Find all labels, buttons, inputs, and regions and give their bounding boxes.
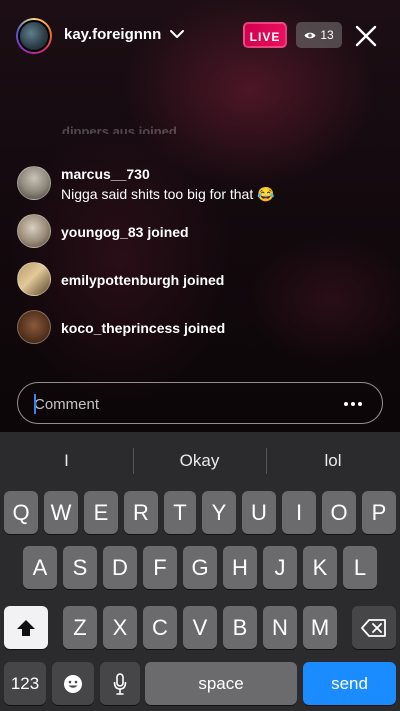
- text-cursor: [34, 394, 36, 414]
- key-g[interactable]: G: [183, 546, 217, 589]
- key-p[interactable]: P: [362, 491, 396, 534]
- key-j[interactable]: J: [263, 546, 297, 589]
- numbers-key[interactable]: 123: [4, 662, 46, 705]
- faded-comment: dippers aus joined: [62, 124, 177, 134]
- emoji-icon: [64, 674, 82, 693]
- commenter-avatar[interactable]: [17, 262, 51, 296]
- key-e[interactable]: E: [84, 491, 118, 534]
- eye-icon: [304, 32, 316, 38]
- more-icon[interactable]: [336, 392, 370, 416]
- microphone-icon: [113, 672, 127, 695]
- suggestion-item[interactable]: lol: [266, 432, 400, 490]
- key-r[interactable]: R: [124, 491, 158, 534]
- host-avatar[interactable]: [16, 18, 52, 54]
- key-o[interactable]: O: [322, 491, 356, 534]
- commenter-avatar[interactable]: [17, 310, 51, 344]
- joined-text: joined: [147, 224, 189, 240]
- comment-box[interactable]: [17, 382, 383, 424]
- key-m[interactable]: M: [303, 606, 337, 649]
- key-c[interactable]: C: [143, 606, 177, 649]
- suggestion-bar: I Okay lol: [0, 432, 400, 490]
- comment-item: koco_theprincess joined: [17, 310, 387, 346]
- backspace-icon: [361, 618, 386, 637]
- joined-text: joined: [183, 272, 225, 288]
- suggestion-item[interactable]: I: [0, 432, 133, 490]
- live-header: kay.foreignnn LIVE 13: [0, 0, 400, 72]
- send-key[interactable]: send: [303, 662, 396, 705]
- live-badge: LIVE: [243, 22, 287, 48]
- joined-username[interactable]: koco_theprincess: [61, 320, 180, 336]
- emoji-key[interactable]: [52, 662, 94, 705]
- key-u[interactable]: U: [242, 491, 276, 534]
- suggestion-item[interactable]: Okay: [133, 432, 266, 490]
- close-icon[interactable]: [354, 24, 378, 48]
- key-z[interactable]: Z: [63, 606, 97, 649]
- host-username[interactable]: kay.foreignnn: [64, 26, 161, 43]
- joined-text: joined: [183, 320, 226, 336]
- key-i[interactable]: I: [282, 491, 316, 534]
- key-s[interactable]: S: [63, 546, 97, 589]
- joined-username[interactable]: emilypottenburgh: [61, 272, 179, 288]
- comment-item: youngog_83 joined: [17, 214, 387, 250]
- comment-username[interactable]: youngog_83 joined: [61, 224, 189, 240]
- comment-username[interactable]: koco_theprincess joined: [61, 320, 225, 336]
- comment-item: marcus__730 Nigga said shits too big for…: [17, 166, 387, 206]
- keyboard: I Okay lol Q W E R T Y U I O P A S D F G…: [0, 432, 400, 711]
- viewer-count: 13: [320, 28, 334, 42]
- chevron-down-icon[interactable]: [170, 29, 184, 39]
- space-key[interactable]: space: [145, 662, 297, 705]
- comment-input[interactable]: [34, 393, 324, 415]
- comment-item: emilypottenburgh joined: [17, 262, 387, 298]
- key-a[interactable]: A: [23, 546, 57, 589]
- key-q[interactable]: Q: [4, 491, 38, 534]
- key-v[interactable]: V: [183, 606, 217, 649]
- key-w[interactable]: W: [44, 491, 78, 534]
- comment-username[interactable]: emilypottenburgh joined: [61, 272, 224, 288]
- comment-username[interactable]: marcus__730: [61, 166, 150, 182]
- joined-username[interactable]: youngog_83: [61, 224, 143, 240]
- key-h[interactable]: H: [223, 546, 257, 589]
- key-d[interactable]: D: [103, 546, 137, 589]
- key-f[interactable]: F: [143, 546, 177, 589]
- commenter-avatar[interactable]: [17, 214, 51, 248]
- key-b[interactable]: B: [223, 606, 257, 649]
- key-t[interactable]: T: [164, 491, 196, 534]
- key-k[interactable]: K: [303, 546, 337, 589]
- shift-key[interactable]: [4, 606, 48, 649]
- backspace-key[interactable]: [352, 606, 396, 649]
- microphone-key[interactable]: [100, 662, 140, 705]
- comment-text: Nigga said shits too big for that 😂: [61, 186, 275, 202]
- shift-icon: [17, 619, 35, 636]
- key-x[interactable]: X: [103, 606, 137, 649]
- viewer-count-badge[interactable]: 13: [296, 22, 342, 48]
- commenter-avatar[interactable]: [17, 166, 51, 200]
- key-l[interactable]: L: [343, 546, 377, 589]
- key-y[interactable]: Y: [202, 491, 236, 534]
- key-n[interactable]: N: [263, 606, 297, 649]
